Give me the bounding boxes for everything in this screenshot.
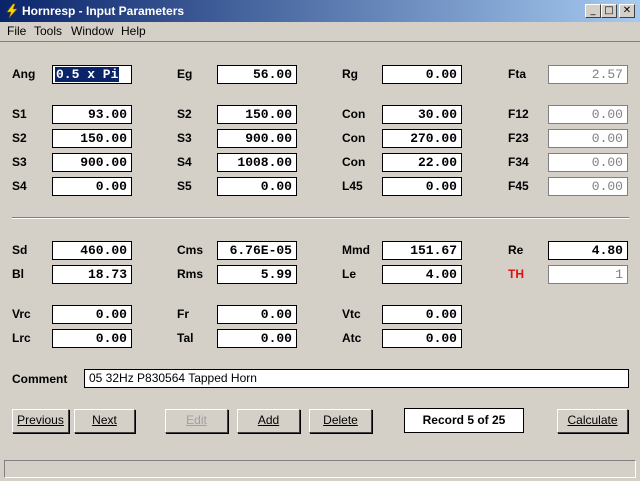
vtc-input[interactable]: 0.00 <box>382 305 462 324</box>
fta-input[interactable]: 2.57 <box>548 65 628 84</box>
mmd-label: Mmd <box>342 243 370 257</box>
lrc-label: Lrc <box>12 331 31 345</box>
title-bar[interactable]: Hornresp - Input Parameters _ □ ✕ <box>0 0 640 22</box>
maximize-button[interactable]: □ <box>601 4 617 18</box>
sd-input[interactable]: 460.00 <box>52 241 132 260</box>
con1-input[interactable]: 30.00 <box>382 105 462 124</box>
next-button[interactable]: Next <box>74 409 135 433</box>
bl-label: Bl <box>12 267 24 281</box>
fta-label: Fta <box>508 67 526 81</box>
tal-input[interactable]: 0.00 <box>217 329 297 348</box>
menu-file[interactable]: File <box>7 24 26 38</box>
f34-input[interactable]: 0.00 <box>548 153 628 172</box>
atc-label: Atc <box>342 331 362 345</box>
s4-label: S4 <box>177 155 192 169</box>
s4-input-left[interactable]: 0.00 <box>52 177 132 196</box>
th-label: TH <box>508 267 524 281</box>
s2-label: S2 <box>177 107 192 121</box>
l45-label: L45 <box>342 179 363 193</box>
vrc-input[interactable]: 0.00 <box>52 305 132 324</box>
calculate-button-label: Calculate <box>567 413 618 427</box>
next-button-label: Next <box>92 413 117 427</box>
l45-input[interactable]: 0.00 <box>382 177 462 196</box>
th-input[interactable]: 1 <box>548 265 628 284</box>
f45-label: F45 <box>508 179 529 193</box>
menu-window[interactable]: Window <box>71 24 114 38</box>
re-label: Re <box>508 243 524 257</box>
add-button-label: Add <box>257 413 280 427</box>
s2-input-left[interactable]: 150.00 <box>52 129 132 148</box>
s1-input[interactable]: 93.00 <box>52 105 132 124</box>
con2-input[interactable]: 270.00 <box>382 129 462 148</box>
menu-tools[interactable]: Tools <box>34 24 62 38</box>
le-label: Le <box>342 267 357 281</box>
tal-label: Tal <box>177 331 194 345</box>
edit-button-label: Edit <box>186 413 207 427</box>
rms-label: Rms <box>177 267 204 281</box>
add-button[interactable]: Add <box>237 409 300 433</box>
menu-bar: File Tools Window Help <box>0 22 640 42</box>
s5-label: S5 <box>177 179 192 193</box>
s3-input[interactable]: 900.00 <box>217 129 297 148</box>
ang-label: Ang <box>12 67 36 81</box>
f12-label: F12 <box>508 107 529 121</box>
close-button[interactable]: ✕ <box>619 4 635 18</box>
rg-input[interactable]: 0.00 <box>382 65 462 84</box>
comment-label: Comment <box>12 372 68 386</box>
section-divider <box>12 217 629 219</box>
f23-input[interactable]: 0.00 <box>548 129 628 148</box>
delete-button[interactable]: Delete <box>309 409 372 433</box>
hornresp-window: Hornresp - Input Parameters _ □ ✕ File T… <box>0 0 640 481</box>
s2-label-left: S2 <box>12 131 27 145</box>
cms-label: Cms <box>177 243 204 257</box>
bl-input[interactable]: 18.73 <box>52 265 132 284</box>
s3-label: S3 <box>177 131 192 145</box>
window-title: Hornresp - Input Parameters <box>22 4 185 18</box>
con1-label: Con <box>342 107 366 121</box>
atc-input[interactable]: 0.00 <box>382 329 462 348</box>
eg-label: Eg <box>177 67 193 81</box>
f23-label: F23 <box>508 131 529 145</box>
previous-button-label: Previous <box>17 413 64 427</box>
cms-input[interactable]: 6.76E-05 <box>217 241 297 260</box>
f45-input[interactable]: 0.00 <box>548 177 628 196</box>
record-indicator: Record 5 of 25 <box>404 408 524 433</box>
edit-button[interactable]: Edit <box>165 409 228 433</box>
f12-input[interactable]: 0.00 <box>548 105 628 124</box>
menu-help[interactable]: Help <box>121 24 146 38</box>
ang-input[interactable]: 0.5 x Pi <box>52 65 132 84</box>
s5-input[interactable]: 0.00 <box>217 177 297 196</box>
lrc-input[interactable]: 0.00 <box>52 329 132 348</box>
s2-input[interactable]: 150.00 <box>217 105 297 124</box>
previous-button[interactable]: Previous <box>12 409 69 433</box>
re-input[interactable]: 4.80 <box>548 241 628 260</box>
rms-input[interactable]: 5.99 <box>217 265 297 284</box>
mmd-input[interactable]: 151.67 <box>382 241 462 260</box>
calculate-button[interactable]: Calculate <box>557 409 628 433</box>
f34-label: F34 <box>508 155 529 169</box>
s1-label: S1 <box>12 107 27 121</box>
con3-input[interactable]: 22.00 <box>382 153 462 172</box>
sd-label: Sd <box>12 243 28 257</box>
comment-input[interactable]: 05 32Hz P830564 Tapped Horn <box>84 369 629 388</box>
s4-label-left: S4 <box>12 179 27 193</box>
minimize-button[interactable]: _ <box>585 4 601 18</box>
vrc-label: Vrc <box>12 307 31 321</box>
eg-input[interactable]: 56.00 <box>217 65 297 84</box>
delete-button-label: Delete <box>323 413 358 427</box>
ang-value: 0.5 x Pi <box>55 67 120 82</box>
con3-label: Con <box>342 155 366 169</box>
vtc-label: Vtc <box>342 307 361 321</box>
s3-label-left: S3 <box>12 155 27 169</box>
fr-label: Fr <box>177 307 189 321</box>
status-bar <box>4 460 636 478</box>
rg-label: Rg <box>342 67 358 81</box>
fr-input[interactable]: 0.00 <box>217 305 297 324</box>
s4-input[interactable]: 1008.00 <box>217 153 297 172</box>
le-input[interactable]: 4.00 <box>382 265 462 284</box>
lightning-bolt-icon <box>6 3 18 19</box>
con2-label: Con <box>342 131 366 145</box>
s3-input-left[interactable]: 900.00 <box>52 153 132 172</box>
